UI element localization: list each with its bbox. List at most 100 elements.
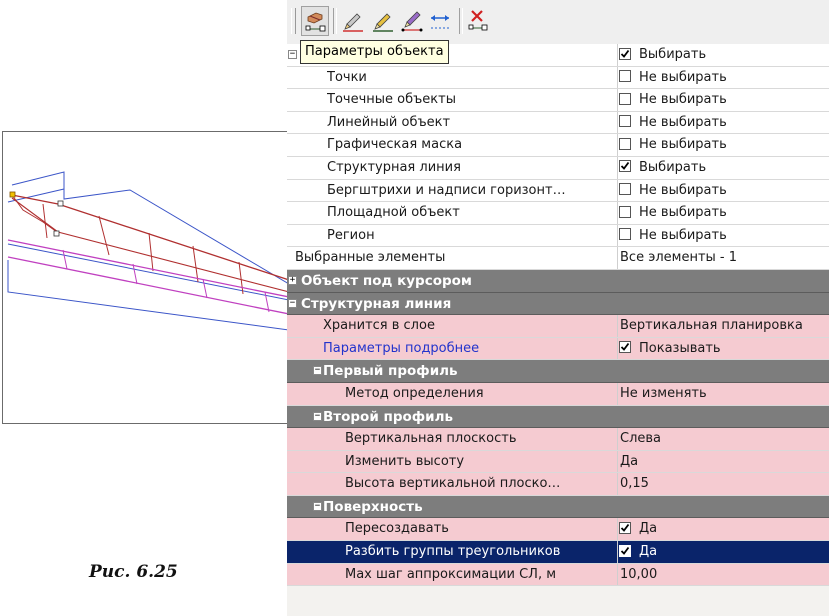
checkbox[interactable] [619,70,631,83]
edit-node-button[interactable] [399,6,427,36]
property-label: Вертикальная плоскость [345,428,616,450]
property-value[interactable]: Все элементы - 1 [617,247,829,269]
property-value[interactable]: Не выбирать [617,202,829,224]
category-row[interactable]: − Второй профиль [287,405,829,429]
collapse-icon[interactable]: − [288,298,297,308]
checkbox[interactable] [619,137,631,150]
property-row[interactable]: Хранится в слое Вертикальная планировка [287,315,829,338]
property-row[interactable]: Бергштрихи и надписи горизонт… Не выбират… [287,179,829,203]
property-value-text: Не выбирать [639,205,727,221]
property-value[interactable]: Не выбирать [617,134,829,156]
property-value[interactable]: Не выбирать [617,111,829,134]
property-row[interactable]: Структурная линия Выбирать [287,156,829,180]
edit-line-button[interactable] [369,6,397,36]
property-row[interactable]: Точечные объекты Не выбирать [287,89,829,112]
checkbox[interactable] [619,544,631,557]
object-params-icon [305,12,326,32]
object-params-button[interactable] [301,6,329,36]
property-row[interactable]: Линейный объект Не выбирать [287,111,829,135]
property-value[interactable]: 10,00 [617,563,829,586]
property-value[interactable]: Не выбирать [617,179,829,202]
pencil-edit-icon [343,13,363,32]
category-label: Первый профиль [323,363,458,380]
property-row[interactable]: Пересоздавать Да [287,518,829,542]
property-row[interactable]: Графическая маска Не выбирать [287,134,829,157]
collapse-icon[interactable]: − [313,411,322,421]
property-value-text: Не выбирать [639,114,727,130]
property-label: Линейный объект [327,114,451,130]
property-row[interactable]: Высота вертикальной плоско… 0,15 [287,473,829,496]
category-row[interactable]: − Поверхность [287,495,829,519]
property-value[interactable]: Слева [617,428,829,450]
property-value-text: Не выбирать [639,227,727,243]
property-row[interactable]: Max шаг аппроксимации СЛ, м 10,00 [287,563,829,587]
property-value[interactable]: Вертикальная планировка [617,315,829,337]
checkbox[interactable] [619,205,631,218]
toolbar-separator [333,8,337,34]
category-row[interactable]: − Первый профиль [287,360,829,383]
stretch-button[interactable] [427,6,455,36]
property-value[interactable]: Да [617,450,829,473]
property-value[interactable]: Не выбирать [617,89,829,111]
property-value[interactable]: Да [617,541,829,563]
drawing-preview [2,131,288,424]
property-row[interactable]: Выбранные элементы Все элементы - 1 [287,247,829,270]
property-value-text: Не выбирать [639,182,727,198]
property-value[interactable]: Выбирать [617,44,829,66]
delete-object-button[interactable] [465,6,493,36]
checkbox[interactable] [619,160,631,173]
checkbox[interactable] [619,92,631,105]
collapse-icon[interactable]: − [288,50,297,59]
property-row[interactable]: Вертикальная плоскость Слева [287,428,829,451]
property-value-text: Выбирать [639,47,707,62]
property-value-text: Не выбирать [639,92,727,108]
checkbox[interactable] [619,115,631,128]
figure-caption: Рис. 6.25 [89,562,178,582]
property-value[interactable]: Выбирать [617,156,829,179]
property-label: Точки [327,69,367,85]
property-value-text: Не изменять [620,385,707,401]
property-value[interactable]: 0,15 [617,473,829,495]
property-label: Выбранные элементы [295,250,446,266]
delete-object-icon [468,10,488,31]
collapse-icon[interactable]: − [313,366,322,376]
property-row[interactable]: Параметры подробнее Показывать [287,337,829,361]
property-row[interactable]: Площадной объект Не выбирать [287,202,829,225]
property-label: Хранится в слое [323,315,616,337]
property-value[interactable]: Не выбирать [617,66,829,89]
property-label: Метод определения [345,382,616,405]
checkbox[interactable] [619,341,631,354]
tooltip: Параметры объекта [300,40,449,64]
property-row[interactable]: Метод определения Не изменять [287,382,829,406]
category-label: Структурная линия [301,295,452,312]
property-label: Регион [327,227,375,243]
checkbox[interactable] [619,47,631,60]
property-value-text: Да [620,453,639,469]
property-value[interactable]: Не выбирать [617,224,829,247]
property-row[interactable]: Точки Не выбирать [287,66,829,90]
property-value-text: Показывать [639,340,721,356]
checkbox[interactable] [619,521,631,534]
pencil-line-icon [373,13,393,32]
property-row[interactable]: Изменить высоту Да [287,450,829,474]
property-row[interactable]: Регион Не выбирать [287,224,829,248]
property-label: Точечные объекты [327,92,456,108]
category-row[interactable]: + Объект под курсором [287,269,829,293]
expand-icon[interactable]: + [288,275,297,285]
toolbar-separator [459,8,463,34]
property-label: Изменить высоту [345,450,616,473]
checkbox[interactable] [619,183,631,196]
checkbox[interactable] [619,228,631,241]
edit-pencil-button[interactable] [339,6,367,36]
structure-line-drawing [7,171,287,331]
property-value-text: Выбирать [639,159,707,175]
category-row[interactable]: − Структурная линия [287,292,829,316]
toolbar-grip[interactable] [291,8,296,34]
property-value[interactable]: Показывать [617,337,829,360]
collapse-icon[interactable]: − [313,501,322,511]
property-value[interactable]: Не изменять [617,382,829,405]
category-label: Второй профиль [323,408,454,425]
property-row[interactable]: Разбить группы треугольников Да [287,541,829,564]
property-value[interactable]: Да [617,518,829,541]
property-value-text: Вертикальная планировка [620,318,803,334]
